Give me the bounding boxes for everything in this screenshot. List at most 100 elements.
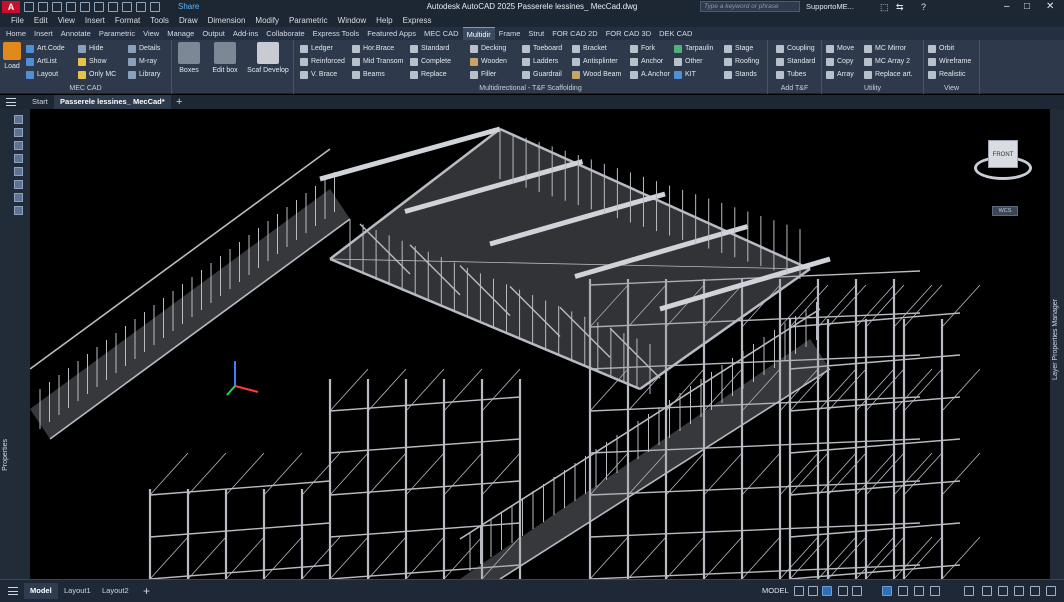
- tab-for-cad-3d[interactable]: FOR CAD 3D: [602, 27, 655, 40]
- cart-icon[interactable]: ⬚: [880, 2, 889, 12]
- viewcube-front-face[interactable]: FRONT: [988, 140, 1018, 168]
- bracket-button[interactable]: Bracket: [572, 42, 621, 55]
- anchor-button[interactable]: Anchor: [630, 55, 670, 68]
- menu-window[interactable]: Window: [333, 14, 371, 27]
- user-account[interactable]: SupportoME...: [806, 2, 854, 12]
- palette-tool-icon[interactable]: [14, 180, 23, 189]
- file-menu-icon[interactable]: [6, 98, 16, 106]
- menu-help[interactable]: Help: [371, 14, 397, 27]
- tab-output[interactable]: Output: [198, 27, 229, 40]
- tab-featured-apps[interactable]: Featured Apps: [363, 27, 420, 40]
- tab-view[interactable]: View: [139, 27, 163, 40]
- annotation-monitor-icon[interactable]: [982, 586, 992, 596]
- standard-button[interactable]: Standard: [410, 42, 451, 55]
- tab-add-ins[interactable]: Add-ins: [229, 27, 262, 40]
- complete-button[interactable]: Complete: [410, 55, 451, 68]
- mc-mirror-button[interactable]: MC Mirror: [864, 42, 913, 55]
- palette-tool-icon[interactable]: [14, 154, 23, 163]
- boxes-button[interactable]: Boxes: [176, 42, 202, 74]
- artlist-button[interactable]: ArtList: [26, 55, 65, 68]
- selection-cycling-icon[interactable]: [914, 586, 924, 596]
- properties-palette[interactable]: Properties: [0, 109, 30, 579]
- customize-icon[interactable]: [1046, 586, 1056, 596]
- menu-format[interactable]: Format: [110, 14, 145, 27]
- tab-layout1[interactable]: Layout1: [58, 583, 97, 599]
- layout-button[interactable]: Layout: [26, 68, 65, 81]
- decking-button[interactable]: Decking: [470, 42, 507, 55]
- maximize-icon[interactable]: □: [1024, 1, 1030, 12]
- array-button[interactable]: Array: [826, 68, 854, 81]
- menu-tools[interactable]: Tools: [145, 14, 174, 27]
- help-icon[interactable]: ?: [921, 2, 926, 12]
- model-space-indicator[interactable]: MODEL: [762, 584, 789, 598]
- menu-parametric[interactable]: Parametric: [284, 14, 333, 27]
- beams-button[interactable]: Beams: [352, 68, 403, 81]
- palette-tool-icon[interactable]: [14, 141, 23, 150]
- tarpaulin-button[interactable]: Tarpaulin: [674, 42, 713, 55]
- details-button[interactable]: Details: [128, 42, 160, 55]
- tab-model[interactable]: Model: [24, 583, 58, 599]
- menu-draw[interactable]: Draw: [174, 14, 203, 27]
- tab-express-tools[interactable]: Express Tools: [309, 27, 364, 40]
- stage-button[interactable]: Stage: [724, 42, 759, 55]
- close-icon[interactable]: ✕: [1046, 1, 1054, 12]
- units-icon[interactable]: [998, 586, 1008, 596]
- search-input[interactable]: Type a keyword or phrase: [700, 1, 800, 12]
- wireframe-button[interactable]: Wireframe: [928, 55, 971, 68]
- tab-start[interactable]: Start: [26, 95, 54, 109]
- palette-tool-icon[interactable]: [14, 193, 23, 202]
- save-web-icon[interactable]: [94, 2, 104, 12]
- palette-tool-icon[interactable]: [14, 115, 23, 124]
- a-anchor-button[interactable]: A.Anchor: [630, 68, 670, 81]
- new-icon[interactable]: [24, 2, 34, 12]
- menu-view[interactable]: View: [53, 14, 80, 27]
- connect-icon[interactable]: ⇆: [896, 2, 904, 12]
- layer-properties-palette[interactable]: Layer Properties Manager: [1050, 109, 1064, 579]
- hide-button[interactable]: Hide: [78, 42, 116, 55]
- m-ray-button[interactable]: M-ray: [128, 55, 160, 68]
- v-brace-button[interactable]: V. Brace: [300, 68, 345, 81]
- open-icon[interactable]: [38, 2, 48, 12]
- replace-button[interactable]: Replace: [410, 68, 451, 81]
- coupling-button[interactable]: Coupling: [776, 42, 815, 55]
- reinforced-button[interactable]: Reinforced: [300, 55, 345, 68]
- drawing-viewport[interactable]: FRONT WCS: [30, 109, 1050, 579]
- menu-dimension[interactable]: Dimension: [203, 14, 251, 27]
- menu-file[interactable]: File: [6, 14, 29, 27]
- edit-box-button[interactable]: Edit box: [208, 42, 242, 74]
- tubes-button[interactable]: Tubes: [776, 68, 815, 81]
- scaf-develop-button[interactable]: Scaf Develop: [244, 42, 292, 74]
- ortho-icon[interactable]: [822, 586, 832, 596]
- kit-button[interactable]: KIT: [674, 68, 713, 81]
- tab-annotate[interactable]: Annotate: [57, 27, 95, 40]
- otrack-icon[interactable]: [882, 586, 892, 596]
- snap-icon[interactable]: [808, 586, 818, 596]
- stands-button[interactable]: Stands: [724, 68, 759, 81]
- share-button[interactable]: Share: [178, 2, 199, 12]
- guardrail-button[interactable]: Guardrail: [522, 68, 562, 81]
- tab-frame[interactable]: Frame: [495, 27, 525, 40]
- new-tab-icon[interactable]: +: [176, 95, 182, 109]
- polar-icon[interactable]: [838, 586, 848, 596]
- load-button[interactable]: Load: [2, 42, 22, 70]
- antisplinter-button[interactable]: Antisplinter: [572, 55, 621, 68]
- wooden-button[interactable]: Wooden: [470, 55, 507, 68]
- roofing-button[interactable]: Roofing: [724, 55, 759, 68]
- fork-button[interactable]: Fork: [630, 42, 670, 55]
- isolate-icon[interactable]: [1014, 586, 1024, 596]
- tab-home[interactable]: Home: [2, 27, 30, 40]
- tab-mec-cad[interactable]: MEC CAD: [420, 27, 463, 40]
- filler-button[interactable]: Filler: [470, 68, 507, 81]
- tab-manage[interactable]: Manage: [163, 27, 198, 40]
- ledger-button[interactable]: Ledger: [300, 42, 345, 55]
- wcs-menu[interactable]: WCS: [992, 206, 1018, 216]
- open-web-icon[interactable]: [80, 2, 90, 12]
- art-code-button[interactable]: Art.Code: [26, 42, 65, 55]
- ladders-button[interactable]: Ladders: [522, 55, 562, 68]
- tab-multidir[interactable]: Multidir: [462, 27, 495, 40]
- orbit-button[interactable]: Orbit: [928, 42, 971, 55]
- palette-tool-icon[interactable]: [14, 206, 23, 215]
- mc-array-2-button[interactable]: MC Array 2: [864, 55, 913, 68]
- tab-drawing[interactable]: Passerele lessines_ MecCad*: [54, 95, 171, 109]
- redo-icon[interactable]: [136, 2, 146, 12]
